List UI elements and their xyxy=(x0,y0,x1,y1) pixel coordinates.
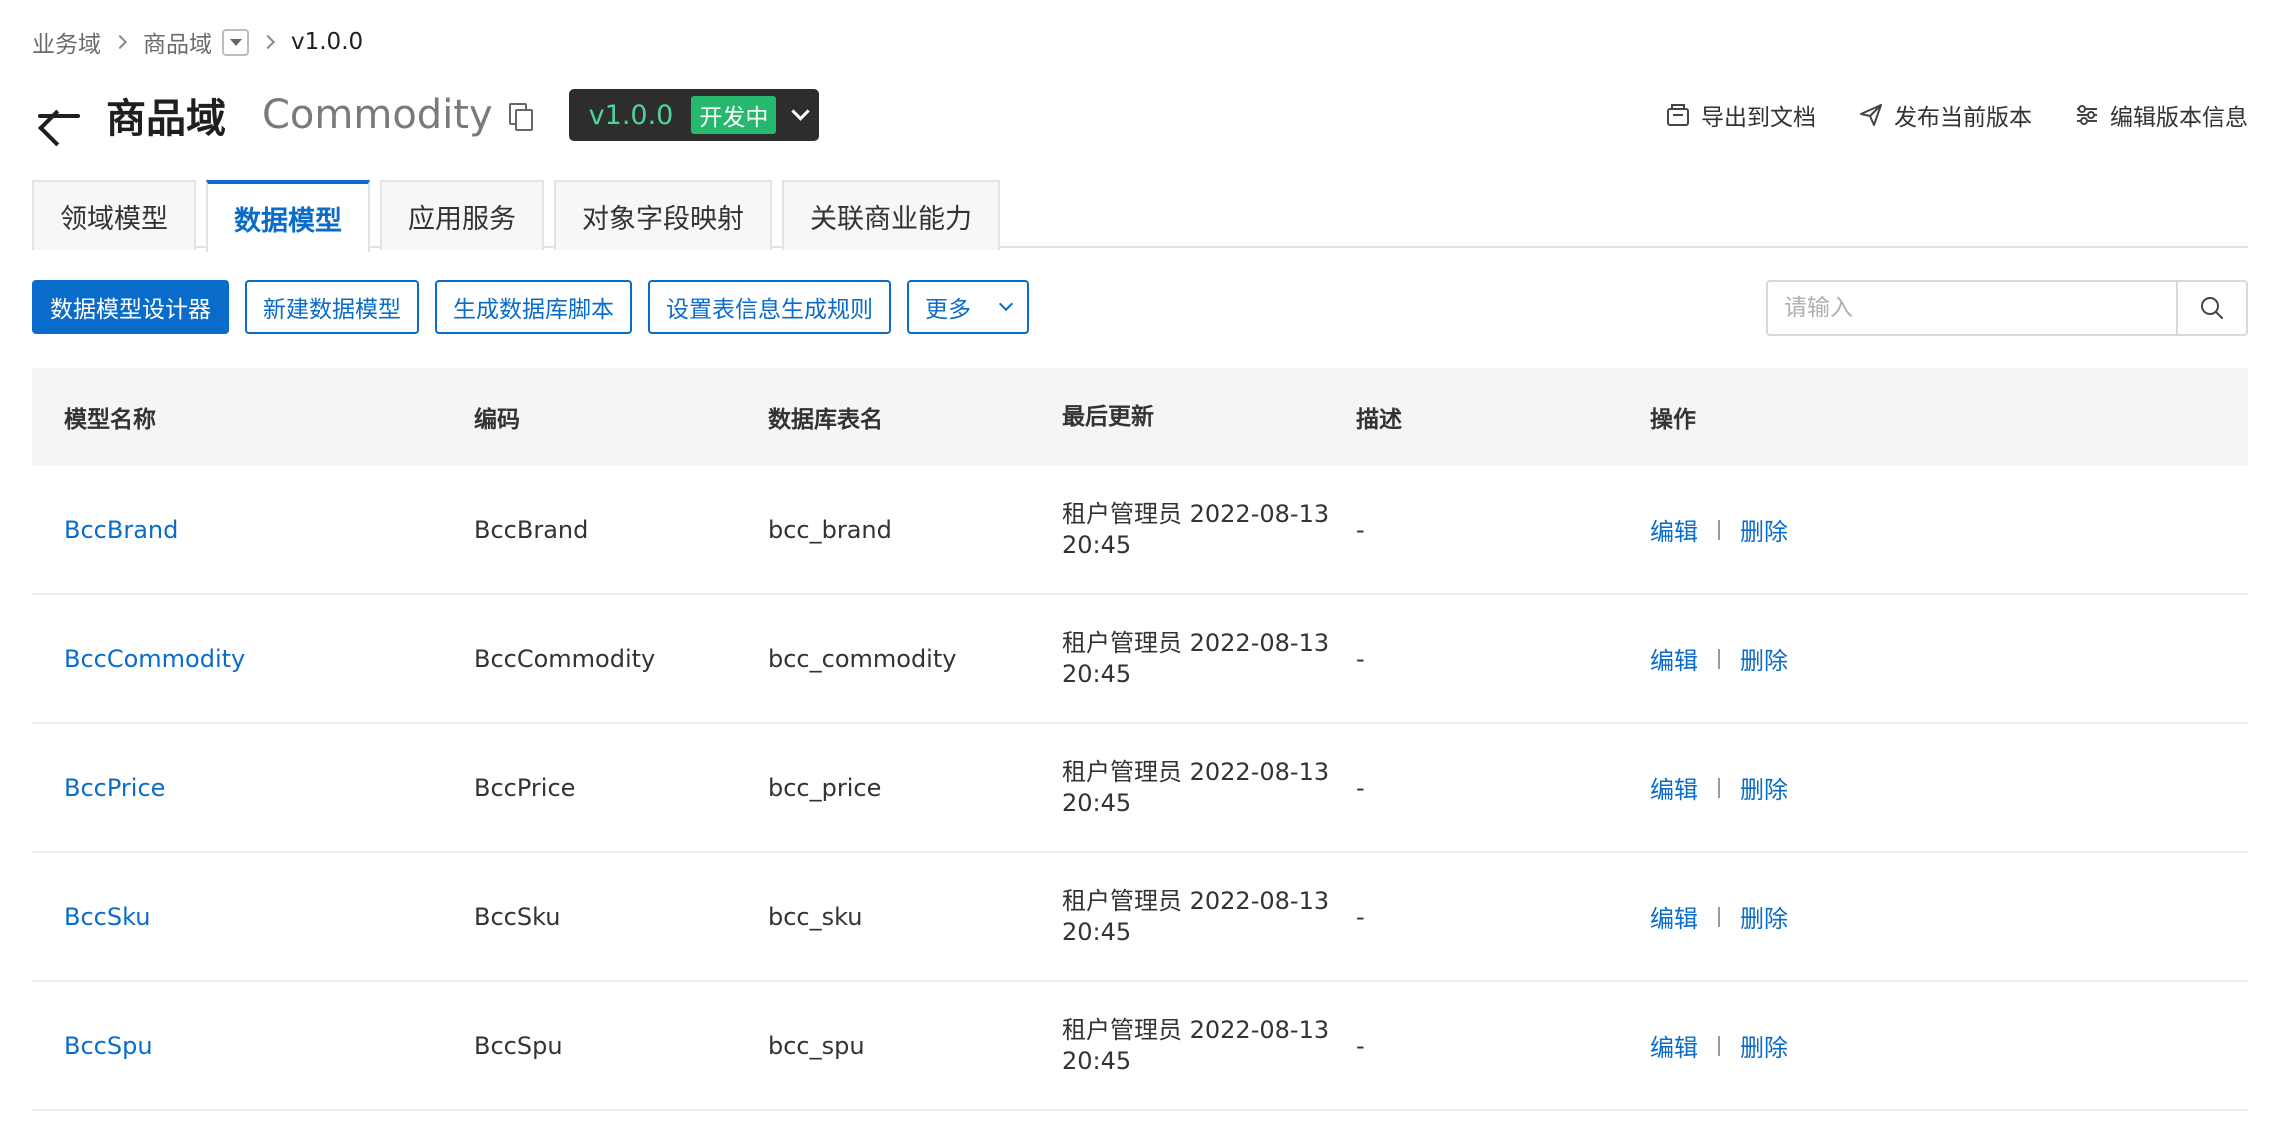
search-icon xyxy=(2201,297,2223,319)
version-selector[interactable]: v1.0.0 开发中 xyxy=(568,89,820,141)
column-header-updated: 最后更新 xyxy=(1062,403,1154,430)
chevron-down-icon xyxy=(998,296,1014,312)
table-row: BccSpu BccSpu bcc_spu 租户管理员 2022-08-13 2… xyxy=(32,982,2248,1111)
breadcrumb-item-commodity-domain[interactable]: 商品域 xyxy=(143,25,212,59)
table-row: BccSku BccSku bcc_sku 租户管理员 2022-08-13 2… xyxy=(32,853,2248,982)
publish-version-button[interactable]: 发布当前版本 xyxy=(1858,98,2032,132)
model-updated: 租户管理员 2022-08-13 20:45 xyxy=(1062,628,1330,688)
tab-domain-model[interactable]: 领域模型 xyxy=(32,180,196,250)
data-model-table: 模型名称 编码 数据库表名 最后更新 描述 操作 BccBrand BccBra… xyxy=(32,368,2248,1111)
edit-link[interactable]: 编辑 xyxy=(1650,512,1698,547)
tab-object-field-mapping[interactable]: 对象字段映射 xyxy=(554,180,772,250)
model-updated: 租户管理员 2022-08-13 20:45 xyxy=(1062,886,1330,946)
search-button[interactable] xyxy=(2176,282,2246,334)
model-name-link[interactable]: BccPrice xyxy=(64,774,165,802)
more-label: 更多 xyxy=(925,297,971,323)
column-header-ops: 操作 xyxy=(1650,407,1696,433)
caret-down-icon[interactable] xyxy=(222,28,249,56)
model-desc: - xyxy=(1356,902,1365,931)
breadcrumb-current-version: v1.0.0 xyxy=(291,29,364,55)
divider xyxy=(1718,906,1720,927)
publish-version-label: 发布当前版本 xyxy=(1894,105,2032,131)
table-header: 模型名称 编码 数据库表名 最后更新 描述 操作 xyxy=(32,368,2248,466)
model-db-table: bcc_price xyxy=(768,773,882,802)
send-icon xyxy=(1860,104,1882,126)
table-row: BccCommodity BccCommodity bcc_commodity … xyxy=(32,595,2248,724)
tab-data-model[interactable]: 数据模型 xyxy=(206,180,370,252)
page-title: 商品域 xyxy=(106,96,226,142)
generate-db-script-button[interactable]: 生成数据库脚本 xyxy=(435,280,632,334)
delete-link[interactable]: 删除 xyxy=(1740,641,1788,676)
table-row: BccPrice BccPrice bcc_price 租户管理员 2022-0… xyxy=(32,724,2248,853)
chevron-down-icon xyxy=(791,101,811,121)
more-dropdown-button[interactable]: 更多 xyxy=(907,280,1029,334)
export-doc-label: 导出到文档 xyxy=(1701,105,1816,131)
model-db-table: bcc_commodity xyxy=(768,644,957,673)
search-box xyxy=(1766,280,2248,336)
divider xyxy=(1718,1035,1720,1056)
divider xyxy=(1718,519,1720,540)
model-db-table: bcc_spu xyxy=(768,1031,865,1060)
settings-sliders-icon xyxy=(2077,105,2097,125)
model-code: BccCommodity xyxy=(474,644,656,673)
edit-link[interactable]: 编辑 xyxy=(1650,899,1698,934)
edit-link[interactable]: 编辑 xyxy=(1650,770,1698,805)
model-code: BccBrand xyxy=(474,515,589,544)
table-rule-button[interactable]: 设置表信息生成规则 xyxy=(648,280,891,334)
column-header-desc: 描述 xyxy=(1356,407,1402,433)
edit-link[interactable]: 编辑 xyxy=(1650,1028,1698,1063)
model-name-link[interactable]: BccCommodity xyxy=(64,645,245,673)
edit-link[interactable]: 编辑 xyxy=(1650,641,1698,676)
column-header-code: 编码 xyxy=(474,407,520,433)
column-header-db-table: 数据库表名 xyxy=(768,407,883,433)
edit-version-info-label: 编辑版本信息 xyxy=(2110,105,2248,131)
model-code: BccSku xyxy=(474,902,561,931)
column-header-name: 模型名称 xyxy=(64,407,156,433)
toolbar: 数据模型设计器 新建数据模型 生成数据库脚本 设置表信息生成规则 更多 xyxy=(32,280,1045,334)
model-desc: - xyxy=(1356,644,1365,673)
version-number: v1.0.0 xyxy=(588,99,674,131)
edit-version-info-button[interactable]: 编辑版本信息 xyxy=(2074,98,2248,132)
delete-link[interactable]: 删除 xyxy=(1740,512,1788,547)
export-doc-button[interactable]: 导出到文档 xyxy=(1665,98,1816,132)
copy-icon[interactable] xyxy=(507,101,533,131)
chevron-right-icon xyxy=(112,34,128,50)
tab-business-capability[interactable]: 关联商业能力 xyxy=(782,180,1000,250)
table-row: BccBrand BccBrand bcc_brand 租户管理员 2022-0… xyxy=(32,466,2248,595)
tab-application-service[interactable]: 应用服务 xyxy=(380,180,544,250)
model-desc: - xyxy=(1356,515,1365,544)
model-db-table: bcc_brand xyxy=(768,515,892,544)
chevron-right-icon xyxy=(260,34,276,50)
page-subtitle-en: Commodity xyxy=(262,92,493,138)
breadcrumb-item-business-domain[interactable]: 业务域 xyxy=(32,25,101,59)
model-updated: 租户管理员 2022-08-13 20:45 xyxy=(1062,499,1330,559)
delete-link[interactable]: 删除 xyxy=(1740,899,1788,934)
delete-link[interactable]: 删除 xyxy=(1740,770,1788,805)
data-model-designer-button[interactable]: 数据模型设计器 xyxy=(32,280,229,334)
page-header: 商品域 Commodity v1.0.0 开发中 xyxy=(32,86,820,144)
model-name-link[interactable]: BccBrand xyxy=(64,516,178,544)
model-updated: 租户管理员 2022-08-13 20:45 xyxy=(1062,1015,1330,1075)
breadcrumb: 业务域 商品域 v1.0.0 xyxy=(32,25,364,59)
search-input[interactable] xyxy=(1768,282,2176,334)
model-name-link[interactable]: BccSku xyxy=(64,903,150,931)
delete-link[interactable]: 删除 xyxy=(1740,1028,1788,1063)
tab-bar: 领域模型 数据模型 应用服务 对象字段映射 关联商业能力 xyxy=(32,178,2248,252)
divider xyxy=(1718,648,1720,669)
model-name-link[interactable]: BccSpu xyxy=(64,1032,153,1060)
back-arrow-icon[interactable] xyxy=(32,95,84,135)
model-updated: 租户管理员 2022-08-13 20:45 xyxy=(1062,757,1330,817)
model-desc: - xyxy=(1356,773,1365,802)
model-desc: - xyxy=(1356,1031,1365,1060)
divider xyxy=(1718,777,1720,798)
model-code: BccSpu xyxy=(474,1031,563,1060)
header-actions: 导出到文档 发布当前版本 编辑版本信息 xyxy=(1623,98,2248,132)
status-badge: 开发中 xyxy=(691,96,777,134)
export-doc-icon xyxy=(1667,104,1689,126)
model-db-table: bcc_sku xyxy=(768,902,863,931)
new-data-model-button[interactable]: 新建数据模型 xyxy=(245,280,419,334)
model-code: BccPrice xyxy=(474,773,576,802)
